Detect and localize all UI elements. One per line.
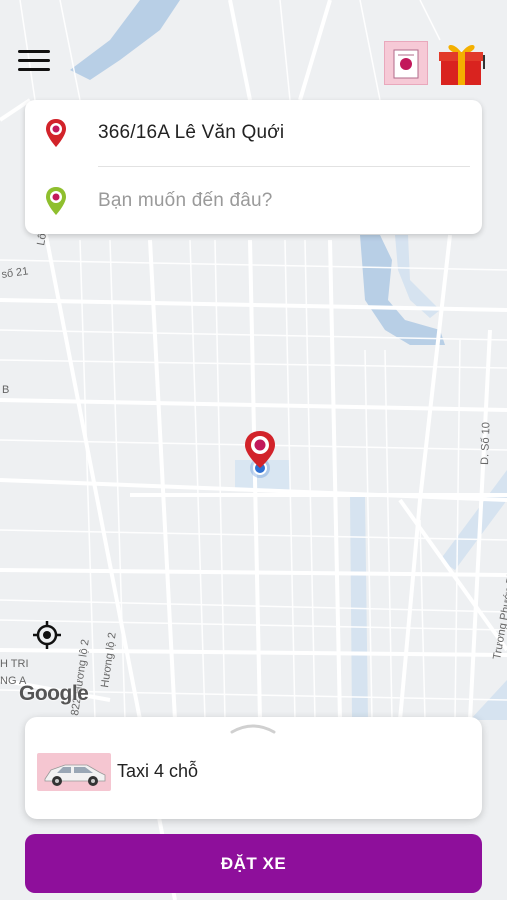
gift-box-icon[interactable] (437, 39, 487, 87)
vehicle-option-taxi-4[interactable]: Taxi 4 chỗ (35, 749, 335, 799)
book-ride-button[interactable]: ĐẶT XE (25, 834, 482, 893)
chevron-up-icon[interactable] (230, 722, 276, 734)
top-bar (0, 0, 507, 96)
divider (98, 166, 470, 167)
red-pin-icon (46, 119, 66, 147)
destination-row[interactable]: Bạn muốn đến đâu? (25, 168, 482, 234)
street-label: H TRI (0, 658, 29, 670)
pickup-address: 366/16A Lê Văn Quới (98, 122, 285, 143)
promo-voucher-icon[interactable] (384, 41, 428, 85)
vehicle-card: Taxi 4 chỗ (25, 717, 482, 819)
crosshair-icon[interactable] (32, 620, 62, 650)
current-location-pin-icon (245, 431, 275, 478)
street-label: Lô (35, 232, 49, 246)
route-card: 366/16A Lê Văn Quới Bạn muốn đến đâu? (25, 100, 482, 234)
green-pin-icon (46, 187, 66, 215)
destination-placeholder: Bạn muốn đến đâu? (98, 190, 273, 211)
google-logo: Google (19, 682, 89, 705)
vehicle-label: Taxi 4 chỗ (117, 761, 199, 781)
street-label: D. Số 10 (479, 422, 492, 465)
hamburger-menu-icon[interactable] (14, 44, 54, 78)
car-image (37, 753, 111, 791)
pickup-row[interactable]: 366/16A Lê Văn Quới (25, 100, 482, 166)
street-label: B (2, 384, 9, 396)
